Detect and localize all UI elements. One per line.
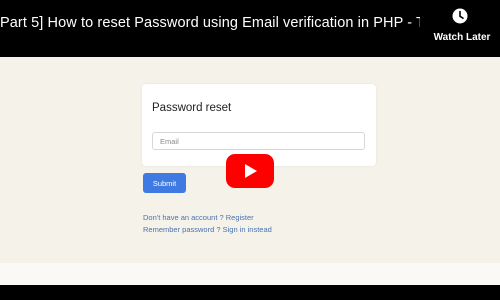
video-top-bar: Part 5] How to reset Password using Emai…: [0, 0, 500, 57]
video-title[interactable]: Part 5] How to reset Password using Emai…: [0, 15, 420, 31]
page-footer-band: [0, 263, 500, 285]
register-link[interactable]: Don't have an account ? Register: [143, 213, 254, 222]
watch-later-label: Watch Later: [433, 32, 491, 43]
watch-later-button[interactable]: Watch Later: [424, 8, 500, 48]
email-field[interactable]: [152, 132, 365, 150]
clock-icon: [452, 8, 468, 24]
youtube-play-icon[interactable]: [226, 154, 274, 188]
submit-button[interactable]: Submit: [143, 173, 186, 193]
video-bottom-bar: [0, 285, 500, 300]
card-title: Password reset: [152, 102, 232, 114]
signin-link[interactable]: Remember password ? Sign in instead: [143, 225, 272, 234]
